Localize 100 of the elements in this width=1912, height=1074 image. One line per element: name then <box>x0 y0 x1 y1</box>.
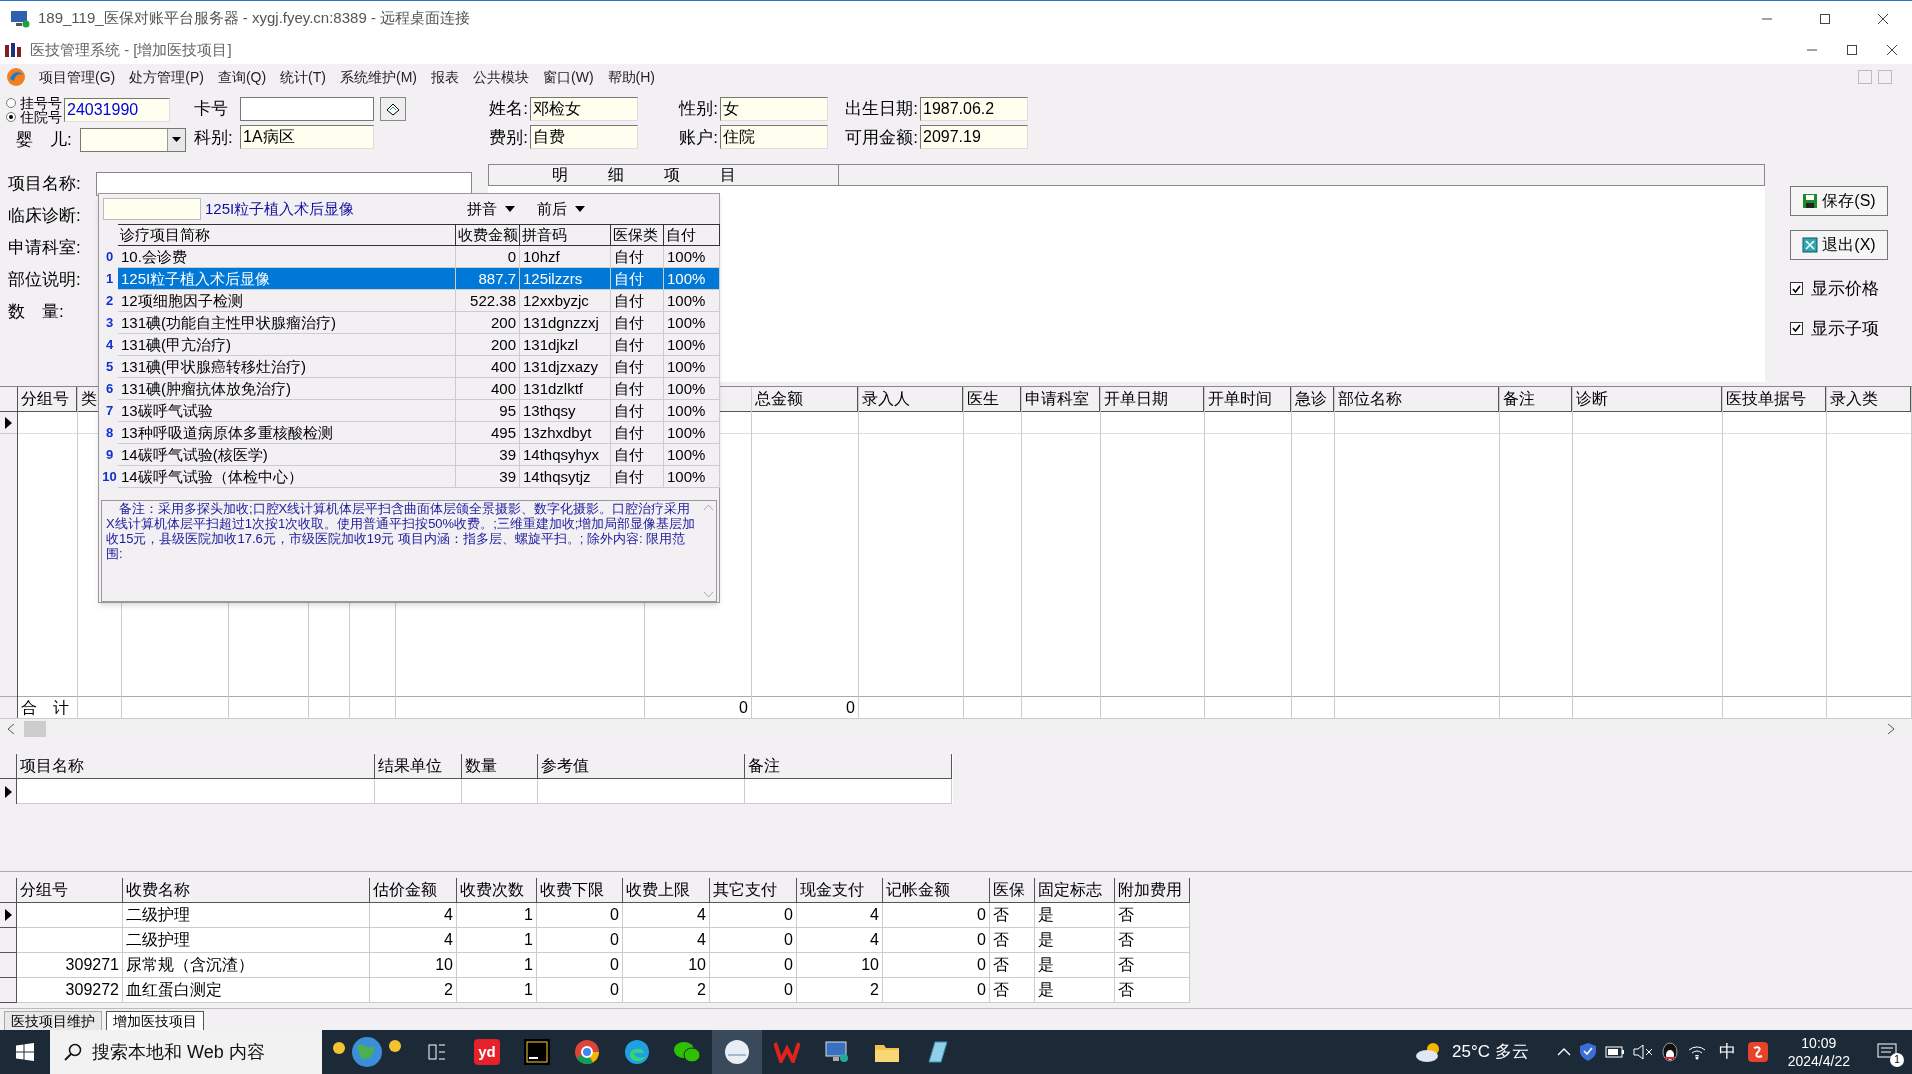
column-header[interactable]: 现金支付 <box>797 878 883 903</box>
card-field[interactable] <box>240 96 374 121</box>
menu-item[interactable]: 帮助(H) <box>600 66 662 88</box>
column-header[interactable]: 固定标志 <box>1035 878 1115 903</box>
menu-item[interactable]: 系统维护(M) <box>333 66 424 88</box>
input-method-indicator[interactable]: 中 <box>1714 1039 1740 1065</box>
card-reader-button[interactable] <box>380 96 406 121</box>
tab[interactable]: 增加医技项目 <box>106 1011 204 1030</box>
column-header[interactable]: 备注 <box>745 754 952 779</box>
column-header[interactable]: 收费下限 <box>537 878 623 903</box>
app-icon[interactable]: yd <box>462 1030 512 1074</box>
picker-row[interactable]: 131碘(甲状腺癌转移灶治疗) 400 131djzxazy 自付 100% <box>118 356 720 378</box>
chevron-up-icon <box>1556 1048 1571 1056</box>
column-header[interactable]: 录入人 <box>859 387 963 412</box>
speaker-muted-icon <box>1632 1044 1653 1060</box>
column-header[interactable]: 分组号 <box>18 387 77 412</box>
column-header[interactable]: 附加费用 <box>1115 878 1190 903</box>
info-field[interactable]: 自费 <box>530 125 638 150</box>
row-number: 4 <box>104 336 115 354</box>
picker-row[interactable]: 12项细胞因子检测 522.38 12xxbyzjc 自付 100% <box>118 290 720 312</box>
penguin-icon <box>1660 1042 1679 1062</box>
row-number: 3 <box>104 314 115 332</box>
chevron-down-icon <box>703 592 713 597</box>
save-button[interactable]: 保存(S) <box>1790 186 1888 216</box>
row-pointer-icon <box>4 785 12 798</box>
shield-icon <box>1578 1042 1597 1062</box>
window-title: 医技管理系统 - [增加医技项目] <box>30 39 232 60</box>
notification-button[interactable]: 1 <box>1870 1037 1904 1067</box>
table-cell: 是 <box>1035 978 1115 1003</box>
picker-row[interactable]: 131碘(肿瘤抗体放免治疗) 400 131dzlktf 自付 100% <box>118 378 720 400</box>
radio-label: 住院号 <box>20 110 62 124</box>
radio-button[interactable] <box>6 112 16 122</box>
column-header[interactable]: 医技单据号 <box>1723 387 1826 412</box>
picker-row[interactable]: 125I粒子植入术后显像 887.7 125ilzzrs 自付 100% <box>118 268 720 290</box>
picker-row[interactable]: 13碳呼气试验 95 13thqsy 自付 100% <box>118 400 720 422</box>
picker-row[interactable]: 131碘(甲亢治疗) 200 131djkzl 自付 100% <box>118 334 720 356</box>
tab[interactable]: 医技项目维护 <box>4 1011 102 1030</box>
detail-header: 明细项目 <box>488 164 839 186</box>
column-header[interactable]: 结果单位 <box>375 754 462 779</box>
baby-dropdown[interactable] <box>80 127 186 152</box>
column-header[interactable]: 参考值 <box>538 754 745 779</box>
column-header[interactable]: 备注 <box>1500 387 1572 412</box>
column-header[interactable]: 急诊 <box>1292 387 1334 412</box>
info-field[interactable]: 2097.19 <box>920 125 1028 150</box>
sort-dropdown[interactable]: 拼音 <box>467 197 515 221</box>
picker-row[interactable]: 131碘(功能自主性甲状腺瘤治疗) 200 131dgnzzxj 自付 100% <box>118 312 720 334</box>
checkbox[interactable] <box>1790 282 1803 296</box>
column-header[interactable]: 诊疗项目简称 <box>118 224 456 246</box>
menu-item[interactable]: 项目管理(G) <box>32 66 123 88</box>
menu-item[interactable]: 统计(T) <box>273 66 333 88</box>
column-header[interactable]: 收费次数 <box>457 878 537 903</box>
menu-item[interactable]: 处方管理(P) <box>122 66 211 88</box>
column-header[interactable]: 开单时间 <box>1205 387 1291 412</box>
column-header[interactable]: 估价金额 <box>370 878 457 903</box>
column-header[interactable]: 分组号 <box>17 878 123 903</box>
item-name-field[interactable] <box>96 172 472 196</box>
column-header[interactable]: 申请科室 <box>1022 387 1100 412</box>
column-header[interactable]: 记帐金额 <box>883 878 990 903</box>
picker-row[interactable]: 14碳呼气试验(核医学) 39 14thqsyhyx 自付 100% <box>118 444 720 466</box>
column-header[interactable]: 医保 <box>990 878 1035 903</box>
menu-item[interactable]: 报表 <box>424 66 466 88</box>
info-field[interactable]: 邓检女 <box>530 96 638 121</box>
column-header[interactable]: 录入类 <box>1827 387 1911 412</box>
column-header[interactable]: 医生 <box>964 387 1021 412</box>
row-number: 5 <box>104 358 115 376</box>
input-method-icon <box>1747 1042 1768 1062</box>
picker-row[interactable]: 10.会诊费 0 10hzf 自付 100% <box>118 246 720 268</box>
exit-button[interactable]: 退出(X) <box>1790 230 1888 260</box>
picker-row[interactable]: 14碳呼气试验（体检中心） 39 14thqsytjz 自付 100% <box>118 466 720 488</box>
table-cell: 2 <box>623 978 710 1003</box>
column-header[interactable]: 诊断 <box>1573 387 1722 412</box>
menu-item[interactable]: 查询(Q) <box>210 66 274 88</box>
id-field[interactable]: 24031990 <box>64 98 170 122</box>
field-label: 姓名: <box>489 98 528 120</box>
info-field[interactable]: 住院 <box>720 125 828 150</box>
column-header[interactable]: 收费上限 <box>623 878 710 903</box>
menu-item[interactable]: 公共模块 <box>466 66 536 88</box>
menu-item[interactable]: 窗口(W) <box>536 66 601 88</box>
search-field[interactable]: 搜索本地和 Web 内容 <box>50 1030 322 1074</box>
caret-icon <box>172 137 181 143</box>
column-header[interactable]: 总金额 <box>752 387 858 412</box>
column-header[interactable]: 其它支付 <box>710 878 797 903</box>
search-field[interactable] <box>103 198 201 220</box>
column-header[interactable]: 开单日期 <box>1101 387 1204 412</box>
horizontal-scrollbar[interactable] <box>0 718 1912 738</box>
column-header[interactable]: 收费名称 <box>123 878 370 903</box>
dept-field[interactable]: 1A病区 <box>240 125 374 150</box>
column-header[interactable]: 部位名称 <box>1335 387 1499 412</box>
radio-button[interactable] <box>6 98 16 108</box>
info-field[interactable]: 女 <box>720 96 828 121</box>
app-icon[interactable] <box>712 1030 762 1074</box>
checkbox[interactable] <box>1790 321 1803 335</box>
clock[interactable]: 10:09 2024/4/22 <box>1775 1034 1862 1070</box>
column-header[interactable]: 项目名称 <box>17 754 375 779</box>
field-label: 部位说明: <box>8 269 82 292</box>
scrollbar-thumb[interactable] <box>24 720 46 737</box>
column-header[interactable]: 数量 <box>462 754 538 779</box>
sort-dropdown[interactable]: 前后 <box>537 197 585 221</box>
picker-row[interactable]: 13种呼吸道病原体多重核酸检测 495 13zhxdbyt 自付 100% <box>118 422 720 444</box>
info-field[interactable]: 1987.06.2 <box>920 96 1028 121</box>
